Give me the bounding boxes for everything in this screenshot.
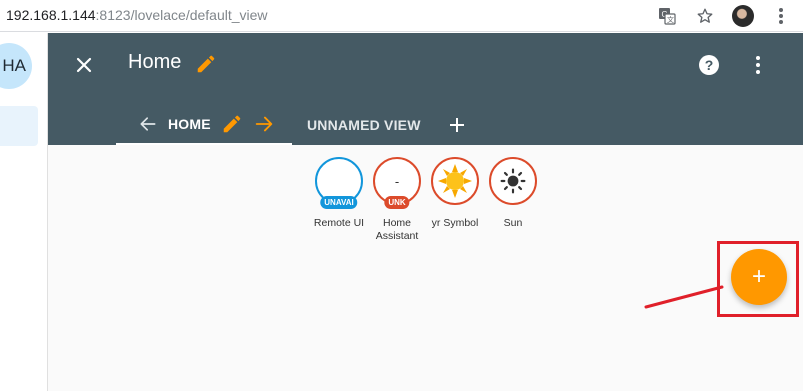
- help-button[interactable]: ?: [697, 53, 721, 82]
- badge-label: Remote UI: [314, 217, 364, 230]
- badge-tag: UNAVAI: [320, 196, 358, 209]
- tab-home-label: HOME: [168, 116, 211, 132]
- badge-row: UNAVAI Remote UI - UNK Home Assistant yr…: [314, 157, 538, 243]
- badge-home-assistant[interactable]: - UNK Home Assistant: [372, 157, 422, 243]
- arrow-right-icon[interactable]: [253, 113, 275, 135]
- add-card-button[interactable]: +: [731, 249, 787, 305]
- edit-header: Home ? HOME UNNAMED VIEW: [48, 33, 803, 145]
- plus-icon: [449, 118, 464, 132]
- more-vert-icon[interactable]: [769, 4, 793, 28]
- badge-label: Home Assistant: [376, 217, 419, 243]
- badge-label-line: Home: [382, 217, 411, 229]
- badge-value: -: [394, 173, 400, 189]
- arrow-left-icon[interactable]: [138, 114, 158, 134]
- sun-weather-icon: [438, 164, 472, 198]
- url-path: :8123/lovelace/default_view: [95, 7, 268, 23]
- app-root: 192.168.1.144:8123/lovelace/default_view…: [0, 0, 803, 391]
- svg-text:?: ?: [705, 57, 714, 73]
- pencil-icon: [197, 55, 215, 73]
- sun-icon: [500, 168, 526, 194]
- badge-circle: [431, 157, 479, 205]
- badge-circle: - UNK: [373, 157, 421, 209]
- add-view-button[interactable]: [445, 113, 469, 137]
- badge-label-line: Remote UI: [313, 217, 365, 229]
- page-title: Home: [128, 51, 182, 73]
- sidebar: HA: [0, 33, 48, 391]
- plus-icon: +: [751, 263, 766, 290]
- more-vert-icon: [756, 56, 760, 74]
- svg-text:文: 文: [667, 15, 674, 24]
- badge-circle: UNAVAI: [315, 157, 363, 209]
- url-text[interactable]: 192.168.1.144:8123/lovelace/default_view: [6, 7, 268, 23]
- close-icon: [76, 57, 92, 73]
- badge-remote-ui[interactable]: UNAVAI Remote UI: [314, 157, 364, 243]
- profile-avatar[interactable]: [731, 4, 755, 28]
- browser-actions: G文: [655, 4, 793, 28]
- edit-title-button[interactable]: [195, 53, 217, 80]
- badge-yr-symbol[interactable]: yr Symbol: [430, 157, 480, 243]
- badge-tag: UNK: [384, 196, 410, 209]
- sidebar-item-overview[interactable]: [0, 106, 38, 146]
- tab-unnamed-view[interactable]: UNNAMED VIEW: [307, 105, 421, 145]
- help-icon: ?: [699, 55, 719, 75]
- user-badge[interactable]: HA: [0, 43, 32, 89]
- translate-icon[interactable]: G文: [655, 4, 679, 28]
- user-badge-text: HA: [2, 56, 26, 75]
- pencil-icon[interactable]: [221, 113, 243, 135]
- view-tabs: HOME UNNAMED VIEW: [116, 105, 469, 145]
- annotation-arrow: [644, 285, 724, 309]
- badge-label: Sun: [504, 217, 523, 230]
- badge-label-line: Assistant: [375, 230, 419, 242]
- star-icon[interactable]: [693, 4, 717, 28]
- badge-label-line: Sun: [503, 217, 523, 229]
- avatar: [732, 5, 754, 27]
- badge-sun[interactable]: Sun: [488, 157, 538, 243]
- browser-url-bar: 192.168.1.144:8123/lovelace/default_view…: [0, 0, 803, 32]
- badge-circle: [489, 157, 537, 205]
- badge-label: yr Symbol: [432, 217, 479, 230]
- main-content: UNAVAI Remote UI - UNK Home Assistant yr…: [48, 145, 803, 391]
- more-options-button[interactable]: [746, 53, 770, 82]
- badge-label-line: yr Symbol: [431, 217, 479, 229]
- tab-home[interactable]: HOME: [116, 105, 292, 145]
- url-host: 192.168.1.144: [6, 7, 96, 23]
- close-edit-button[interactable]: [70, 51, 98, 79]
